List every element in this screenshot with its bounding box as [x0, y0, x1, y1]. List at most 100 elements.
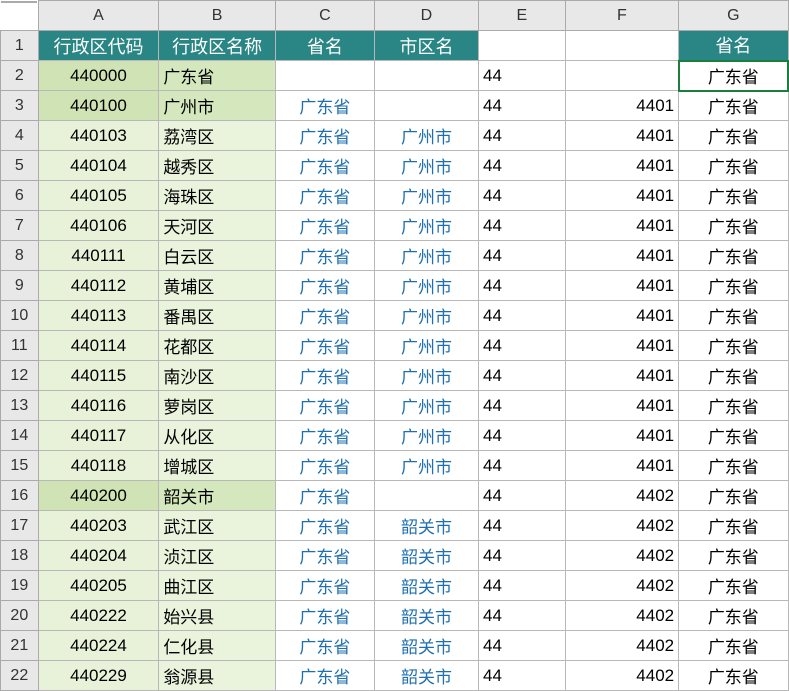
- row-header-1[interactable]: 1: [1, 31, 39, 61]
- cell-C10[interactable]: 广东省: [275, 301, 374, 331]
- col-header-E[interactable]: E: [479, 1, 566, 31]
- row-header-5[interactable]: 5: [1, 151, 39, 181]
- row-header-21[interactable]: 21: [1, 631, 39, 661]
- cell-A7[interactable]: 440106: [38, 211, 159, 241]
- cell-A12[interactable]: 440115: [38, 361, 159, 391]
- cell-D7[interactable]: 广州市: [374, 211, 478, 241]
- cell-B21[interactable]: 仁化县: [159, 631, 276, 661]
- cell-E9[interactable]: 44: [479, 271, 566, 301]
- cell-G5[interactable]: 广东省: [679, 151, 788, 181]
- cell-B12[interactable]: 南沙区: [159, 361, 276, 391]
- cell-E15[interactable]: 44: [479, 451, 566, 481]
- cell-D4[interactable]: 广州市: [374, 121, 478, 151]
- cell-E16[interactable]: 44: [479, 481, 566, 511]
- cell-G15[interactable]: 广东省: [679, 451, 788, 481]
- cell-D8[interactable]: 广州市: [374, 241, 478, 271]
- cell-C20[interactable]: 广东省: [275, 601, 374, 631]
- cell-F2[interactable]: [565, 61, 678, 91]
- cell-F6[interactable]: 4401: [565, 181, 678, 211]
- row-header-3[interactable]: 3: [1, 91, 39, 121]
- cell-C15[interactable]: 广东省: [275, 451, 374, 481]
- cell-F19[interactable]: 4402: [565, 571, 678, 601]
- cell-D17[interactable]: 韶关市: [374, 511, 478, 541]
- cell-A4[interactable]: 440103: [38, 121, 159, 151]
- cell-B18[interactable]: 浈江区: [159, 541, 276, 571]
- cell-B20[interactable]: 始兴县: [159, 601, 276, 631]
- cell-C6[interactable]: 广东省: [275, 181, 374, 211]
- cell-F15[interactable]: 4401: [565, 451, 678, 481]
- cell-D15[interactable]: 广州市: [374, 451, 478, 481]
- row-header-8[interactable]: 8: [1, 241, 39, 271]
- cell-D11[interactable]: 广州市: [374, 331, 478, 361]
- cell-G18[interactable]: 广东省: [679, 541, 788, 571]
- cell-F11[interactable]: 4401: [565, 331, 678, 361]
- cell-E2[interactable]: 44: [479, 61, 566, 91]
- cell-G12[interactable]: 广东省: [679, 361, 788, 391]
- cell-A2[interactable]: 440000: [38, 61, 159, 91]
- col-header-A[interactable]: A: [38, 1, 159, 31]
- cell-G11[interactable]: 广东省: [679, 331, 788, 361]
- row-header-10[interactable]: 10: [1, 301, 39, 331]
- cell-B4[interactable]: 荔湾区: [159, 121, 276, 151]
- cell-F17[interactable]: 4402: [565, 511, 678, 541]
- col-header-B[interactable]: B: [159, 1, 276, 31]
- cell-E10[interactable]: 44: [479, 301, 566, 331]
- cell-C12[interactable]: 广东省: [275, 361, 374, 391]
- cell-D5[interactable]: 广州市: [374, 151, 478, 181]
- cell-B13[interactable]: 萝岗区: [159, 391, 276, 421]
- row-header-13[interactable]: 13: [1, 391, 39, 421]
- cell-F20[interactable]: 4402: [565, 601, 678, 631]
- cell-G3[interactable]: 广东省: [679, 91, 788, 121]
- cell-C13[interactable]: 广东省: [275, 391, 374, 421]
- cell-D21[interactable]: 韶关市: [374, 631, 478, 661]
- cell-G19[interactable]: 广东省: [679, 571, 788, 601]
- cell-C18[interactable]: 广东省: [275, 541, 374, 571]
- select-all-corner[interactable]: [1, 1, 37, 3]
- cell-A22[interactable]: 440229: [38, 661, 159, 691]
- row-header-19[interactable]: 19: [1, 571, 39, 601]
- cell-G20[interactable]: 广东省: [679, 601, 788, 631]
- cell-D2[interactable]: [374, 61, 478, 91]
- cell-D18[interactable]: 韶关市: [374, 541, 478, 571]
- cell-D16[interactable]: [374, 481, 478, 511]
- row-header-15[interactable]: 15: [1, 451, 39, 481]
- cell-B6[interactable]: 海珠区: [159, 181, 276, 211]
- cell-D10[interactable]: 广州市: [374, 301, 478, 331]
- cell-E3[interactable]: 44: [479, 91, 566, 121]
- row-header-17[interactable]: 17: [1, 511, 39, 541]
- cell-A16[interactable]: 440200: [38, 481, 159, 511]
- cell-A11[interactable]: 440114: [38, 331, 159, 361]
- cell-E22[interactable]: 44: [479, 661, 566, 691]
- cell-G8[interactable]: 广东省: [679, 241, 788, 271]
- cell-E4[interactable]: 44: [479, 121, 566, 151]
- cell-B14[interactable]: 从化区: [159, 421, 276, 451]
- cell-A8[interactable]: 440111: [38, 241, 159, 271]
- cell-B8[interactable]: 白云区: [159, 241, 276, 271]
- cell-A18[interactable]: 440204: [38, 541, 159, 571]
- cell-F7[interactable]: 4401: [565, 211, 678, 241]
- cell-A20[interactable]: 440222: [38, 601, 159, 631]
- cell-E17[interactable]: 44: [479, 511, 566, 541]
- cell-C19[interactable]: 广东省: [275, 571, 374, 601]
- cell-C17[interactable]: 广东省: [275, 511, 374, 541]
- row-header-22[interactable]: 22: [1, 661, 39, 691]
- row-header-4[interactable]: 4: [1, 121, 39, 151]
- cell-C2[interactable]: [275, 61, 374, 91]
- cell-E19[interactable]: 44: [479, 571, 566, 601]
- cell-E21[interactable]: 44: [479, 631, 566, 661]
- col-header-F[interactable]: F: [565, 1, 678, 31]
- col-header-G[interactable]: G: [679, 1, 788, 31]
- row-header-9[interactable]: 9: [1, 271, 39, 301]
- cell-G6[interactable]: 广东省: [679, 181, 788, 211]
- cell-A19[interactable]: 440205: [38, 571, 159, 601]
- row-header-6[interactable]: 6: [1, 181, 39, 211]
- header-province[interactable]: 省名: [275, 31, 374, 61]
- cell-F18[interactable]: 4402: [565, 541, 678, 571]
- cell-D3[interactable]: [374, 91, 478, 121]
- cell-A17[interactable]: 440203: [38, 511, 159, 541]
- cell-E7[interactable]: 44: [479, 211, 566, 241]
- row-header-7[interactable]: 7: [1, 211, 39, 241]
- cell-G2[interactable]: 广东省: [679, 61, 788, 91]
- cell-A10[interactable]: 440113: [38, 301, 159, 331]
- cell-A9[interactable]: 440112: [38, 271, 159, 301]
